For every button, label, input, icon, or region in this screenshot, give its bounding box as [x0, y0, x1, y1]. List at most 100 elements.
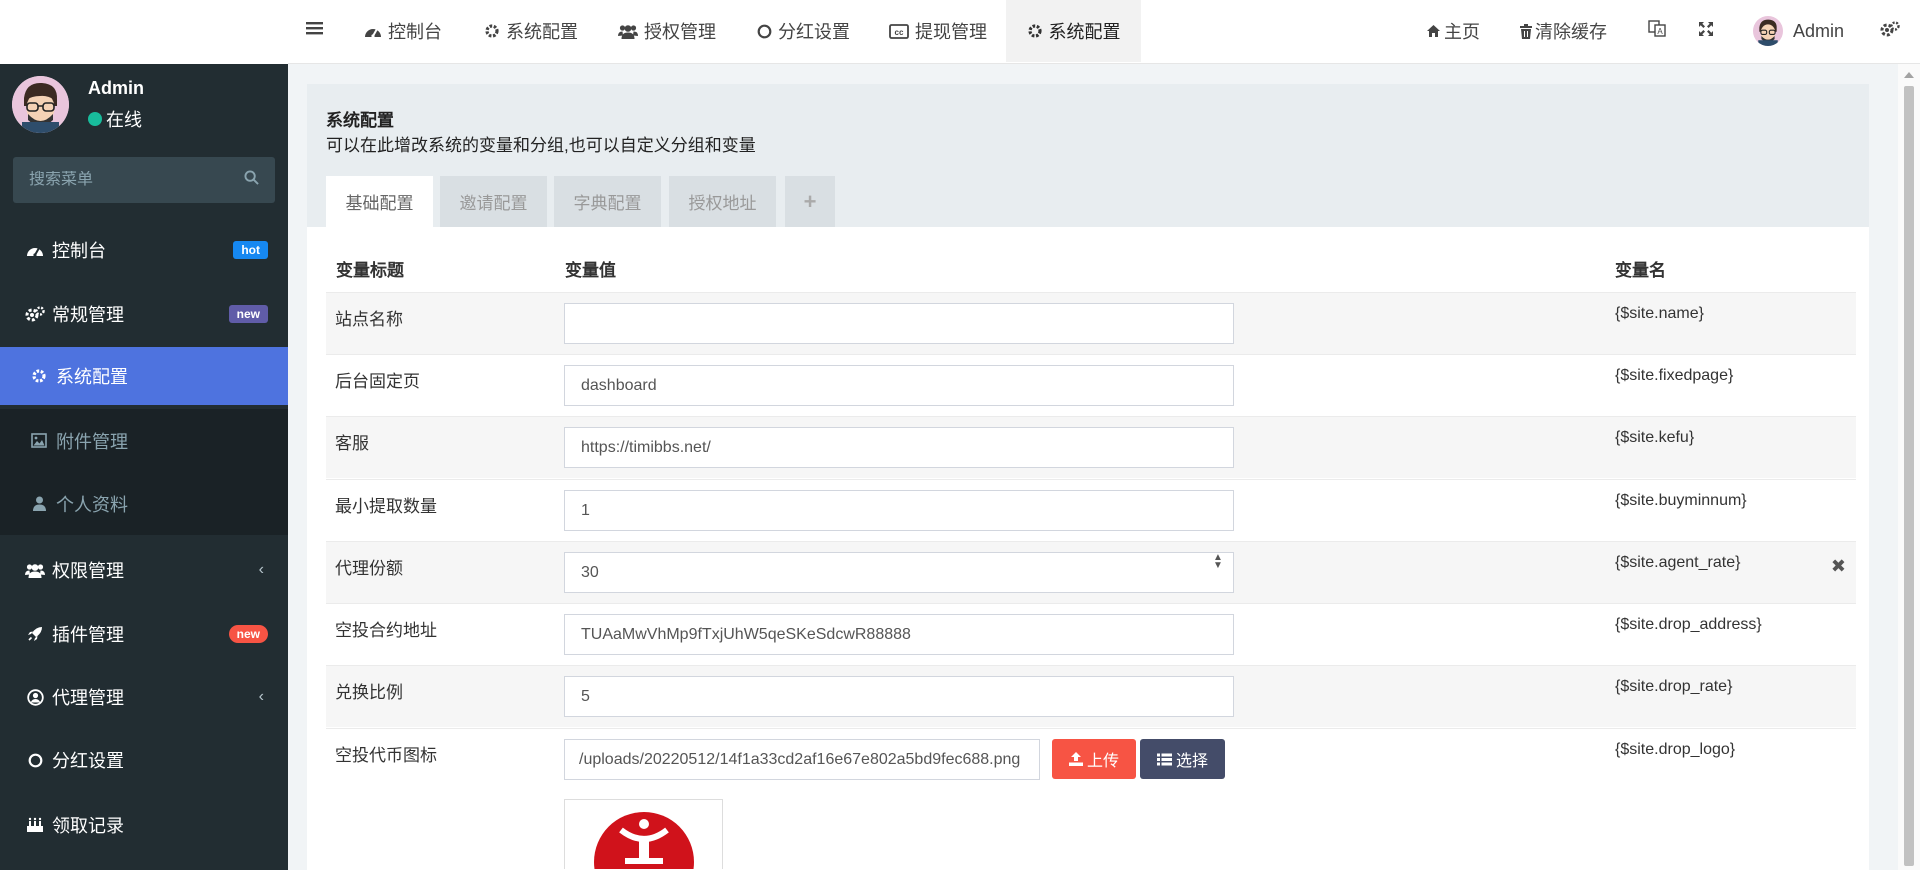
- sidebar-search: [13, 157, 275, 203]
- tab-system-config-active[interactable]: 系统配置: [1006, 0, 1141, 62]
- select-button[interactable]: 选择: [1140, 739, 1225, 779]
- tab-system-config[interactable]: 系统配置: [484, 0, 578, 62]
- birthday-cake-icon: [22, 817, 48, 833]
- panel-header: 系统配置 可以在此增改系统的变量和分组,也可以自定义分组和变量 基础配置 邀请配…: [307, 84, 1869, 227]
- tab-withdrawals[interactable]: cc 提现管理: [889, 0, 987, 62]
- number-spinner-icon[interactable]: ▲ ▼: [1213, 553, 1223, 571]
- main-content: 系统配置 可以在此增改系统的变量和分组,也可以自定义分组和变量 基础配置 邀请配…: [288, 64, 1898, 870]
- tab-auth-address[interactable]: 授权地址: [669, 176, 776, 227]
- site-name-input[interactable]: [564, 303, 1234, 344]
- page-scrollbar[interactable]: [1898, 64, 1920, 870]
- sidebar-item-label: 分红设置: [52, 751, 124, 771]
- add-tab-button[interactable]: +: [785, 176, 835, 227]
- home-link-label: 主页: [1444, 22, 1480, 42]
- scroll-up-arrow-icon[interactable]: [1904, 72, 1914, 78]
- language-switch[interactable]: A: [1648, 0, 1666, 62]
- table-row: 客服 {$site.kefu}: [326, 416, 1856, 478]
- table-row: 最小提取数量 {$site.buyminnum}: [326, 479, 1856, 541]
- cogs-icon: [22, 306, 48, 322]
- select-button-label: 选择: [1175, 753, 1208, 770]
- config-panel: 系统配置 可以在此增改系统的变量和分组,也可以自定义分组和变量 基础配置 邀请配…: [307, 84, 1869, 870]
- search-icon[interactable]: [244, 170, 259, 190]
- image-icon: [26, 433, 52, 448]
- row-label: 代理份额: [335, 559, 403, 578]
- hot-badge: hot: [233, 241, 268, 259]
- sidebar-item-attachments[interactable]: 附件管理: [0, 409, 288, 472]
- row-label: 最小提取数量: [335, 497, 437, 516]
- tab-authorization[interactable]: 授权管理: [618, 0, 716, 62]
- table-row: 后台固定页 {$site.fixedpage}: [326, 354, 1856, 416]
- user-panel: Admin 在线: [0, 72, 288, 136]
- tab-basic-config[interactable]: 基础配置: [326, 176, 433, 227]
- table-row: 空投合约地址 {$site.drop_address}: [326, 603, 1856, 665]
- tab-label: 系统配置: [1048, 22, 1121, 42]
- min-withdraw-input[interactable]: [564, 490, 1234, 531]
- user-menu[interactable]: Admin: [1753, 0, 1844, 62]
- clear-cache-button[interactable]: 清除缓存: [1520, 0, 1607, 62]
- sidebar-item-label: 附件管理: [56, 431, 128, 452]
- user-menu-name: Admin: [1793, 20, 1845, 41]
- users-icon: [618, 24, 638, 39]
- home-link[interactable]: 主页: [1426, 0, 1480, 62]
- tab-label: 提现管理: [915, 22, 987, 42]
- avatar: [1753, 16, 1783, 46]
- circle-icon: [757, 24, 772, 39]
- sidebar-item-claim-records[interactable]: 领取记录: [0, 796, 288, 854]
- customer-service-input[interactable]: [564, 427, 1234, 468]
- sidebar-item-label: 权限管理: [52, 561, 124, 581]
- sidebar-item-agents[interactable]: 代理管理 ‹: [0, 668, 288, 726]
- expand-icon: [1698, 21, 1714, 42]
- sidebar-item-permissions[interactable]: 权限管理 ‹: [0, 541, 288, 599]
- settings-button[interactable]: [1880, 0, 1900, 62]
- tab-label: 系统配置: [506, 22, 578, 42]
- menu-toggle-icon[interactable]: [306, 20, 323, 41]
- upload-button[interactable]: 上传: [1052, 739, 1136, 779]
- user-circle-icon: [22, 688, 48, 706]
- delete-row-icon[interactable]: ✖: [1831, 556, 1846, 577]
- variable-name: {$site.drop_address}: [1615, 616, 1762, 633]
- chevron-left-icon: ‹: [258, 688, 264, 705]
- tab-dictionary-config[interactable]: 字典配置: [554, 176, 661, 227]
- table-row: 站点名称 {$site.name}: [326, 292, 1856, 354]
- upload-icon: [1068, 752, 1083, 766]
- rocket-icon: [22, 626, 48, 642]
- page-description: 可以在此增改系统的变量和分组,也可以自定义分组和变量: [326, 136, 756, 155]
- column-header-name: 变量名: [1615, 261, 1666, 280]
- drop-logo-input[interactable]: [564, 739, 1040, 780]
- home-icon: [1426, 24, 1441, 38]
- sidebar-item-dividends[interactable]: 分红设置: [0, 731, 288, 789]
- drop-logo-preview[interactable]: [564, 799, 723, 869]
- sidebar-item-label: 领取记录: [52, 816, 124, 836]
- tab-dashboard[interactable]: 控制台: [364, 0, 442, 62]
- sidebar-item-system-config[interactable]: 系统配置: [0, 347, 288, 405]
- tab-invite-config[interactable]: 邀请配置: [440, 176, 547, 227]
- sidebar: Admin 在线 控制台 hot 常规管理 new 系统配置: [0, 0, 288, 870]
- row-label: 后台固定页: [335, 372, 420, 391]
- drop-rate-input[interactable]: [564, 676, 1234, 717]
- user-status-label: 在线: [106, 110, 142, 130]
- drop-address-input[interactable]: [564, 614, 1234, 655]
- row-label: 站点名称: [335, 310, 403, 329]
- sidebar-item-profile[interactable]: 个人资料: [0, 472, 288, 535]
- tab-label: 授权管理: [644, 22, 716, 42]
- online-status-dot: [88, 112, 102, 126]
- row-label: 空投代币图标: [335, 746, 437, 765]
- sidebar-item-general[interactable]: 常规管理 new: [0, 285, 288, 343]
- fixed-page-input[interactable]: [564, 365, 1234, 406]
- page-title: 系统配置: [326, 111, 394, 130]
- svg-text:A: A: [1657, 27, 1663, 36]
- sidebar-item-dashboard[interactable]: 控制台 hot: [0, 221, 288, 279]
- row-label: 兑换比例: [335, 683, 403, 702]
- sidebar-item-label: 代理管理: [52, 688, 124, 708]
- agent-rate-input[interactable]: [564, 552, 1234, 593]
- new-badge: new: [228, 625, 268, 643]
- menu-search-input[interactable]: [29, 171, 244, 189]
- fullscreen-button[interactable]: [1698, 0, 1714, 62]
- scrollbar-thumb[interactable]: [1904, 86, 1914, 866]
- tab-dividends[interactable]: 分红设置: [757, 0, 850, 62]
- sidebar-item-plugins[interactable]: 插件管理 new: [0, 605, 288, 663]
- variable-name: {$site.name}: [1615, 305, 1704, 322]
- sidebar-item-label: 控制台: [52, 241, 106, 261]
- row-label: 客服: [335, 434, 369, 453]
- variable-name: {$site.buyminnum}: [1615, 492, 1747, 509]
